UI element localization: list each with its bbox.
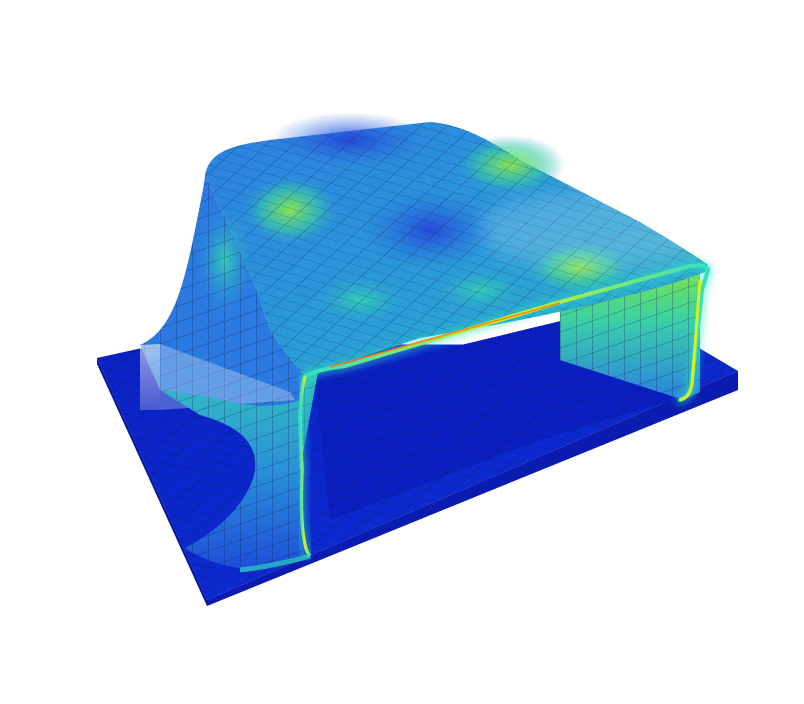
ambient-shade [480,190,720,270]
fem-stamping-render [97,112,738,606]
